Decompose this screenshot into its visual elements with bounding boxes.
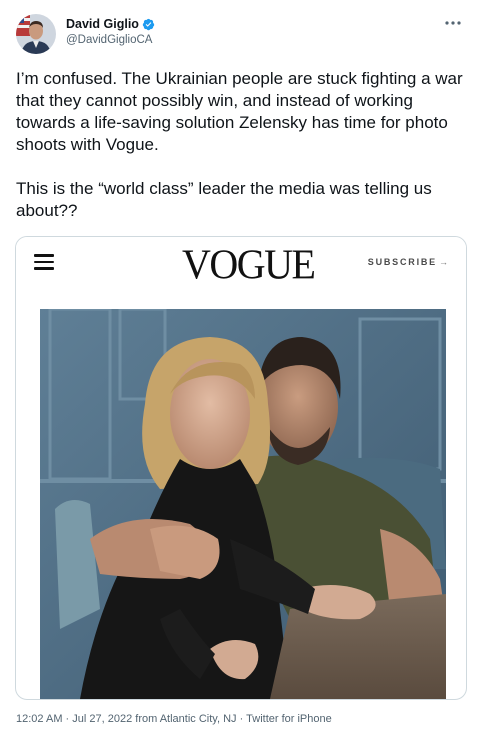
- subscribe-link: SUBSCRIBE →: [368, 257, 448, 267]
- tweet-text: I’m confused. The Ukrainian people are s…: [16, 69, 463, 220]
- meta-separator: ·: [239, 713, 244, 725]
- vogue-header: VOGUE SUBSCRIBE →: [16, 237, 466, 293]
- meta-separator: ·: [65, 713, 70, 725]
- hamburger-menu-icon: [34, 254, 54, 270]
- tweet-date-location[interactable]: Jul 27, 2022 from Atlantic City, NJ: [72, 713, 236, 725]
- user-handle[interactable]: @DavidGiglioCA: [66, 33, 155, 48]
- tweet-metadata: 12:02 AM · Jul 27, 2022 from Atlantic Ci…: [16, 712, 332, 726]
- vogue-logo: VOGUE: [182, 240, 316, 289]
- tweet: David Giglio @DavidGiglioCA I’m confused…: [0, 0, 480, 736]
- display-name[interactable]: David Giglio: [66, 17, 155, 32]
- verified-badge-icon: [142, 18, 155, 31]
- tweet-source[interactable]: Twitter for iPhone: [246, 713, 332, 725]
- tweet-time[interactable]: 12:02 AM: [16, 713, 62, 725]
- more-options-icon[interactable]: [442, 14, 464, 32]
- tweet-header: David Giglio @DavidGiglioCA: [16, 14, 464, 54]
- display-name-text: David Giglio: [66, 17, 139, 31]
- author-names: David Giglio @DavidGiglioCA: [66, 17, 155, 48]
- vogue-photo: [40, 309, 446, 699]
- tweet-media-image[interactable]: VOGUE SUBSCRIBE →: [15, 236, 467, 700]
- subscribe-label: SUBSCRIBE: [367, 257, 437, 267]
- arrow-right-icon: →: [439, 257, 448, 267]
- avatar[interactable]: [16, 14, 56, 54]
